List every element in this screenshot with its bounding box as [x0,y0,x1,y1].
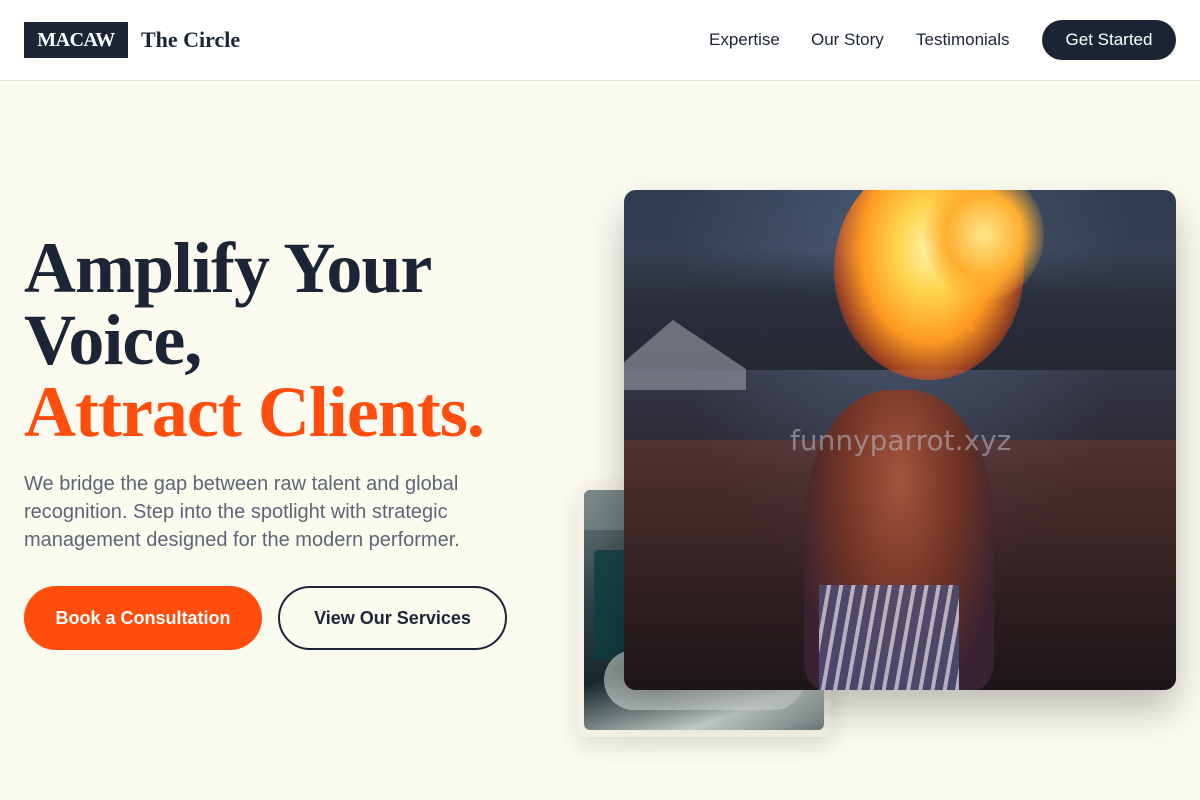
headline-line-1: Amplify Your [24,228,432,308]
hero-subtext: We bridge the gap between raw talent and… [24,473,460,551]
get-started-button[interactable]: Get Started [1042,20,1176,60]
nav-testimonials[interactable]: Testimonials [916,30,1010,50]
headline-accent: Attract Clients. [24,372,485,452]
image-watermark: funnyparrot.xyz [790,424,1012,457]
nav-expertise[interactable]: Expertise [709,30,780,50]
site-header: MACAW The Circle Expertise Our Story Tes… [0,0,1200,81]
brand-name[interactable]: The Circle [141,27,240,53]
headline-line-2: Voice, [24,300,202,380]
fire-performer-photo: funnyparrot.xyz [624,190,1176,690]
hero-headline: Amplify Your Voice, Attract Clients. [24,232,584,448]
nav-our-story[interactable]: Our Story [811,30,884,50]
logo[interactable]: MACAW [24,22,128,58]
book-consultation-button[interactable]: Book a Consultation [24,586,262,650]
view-services-button[interactable]: View Our Services [278,586,507,650]
